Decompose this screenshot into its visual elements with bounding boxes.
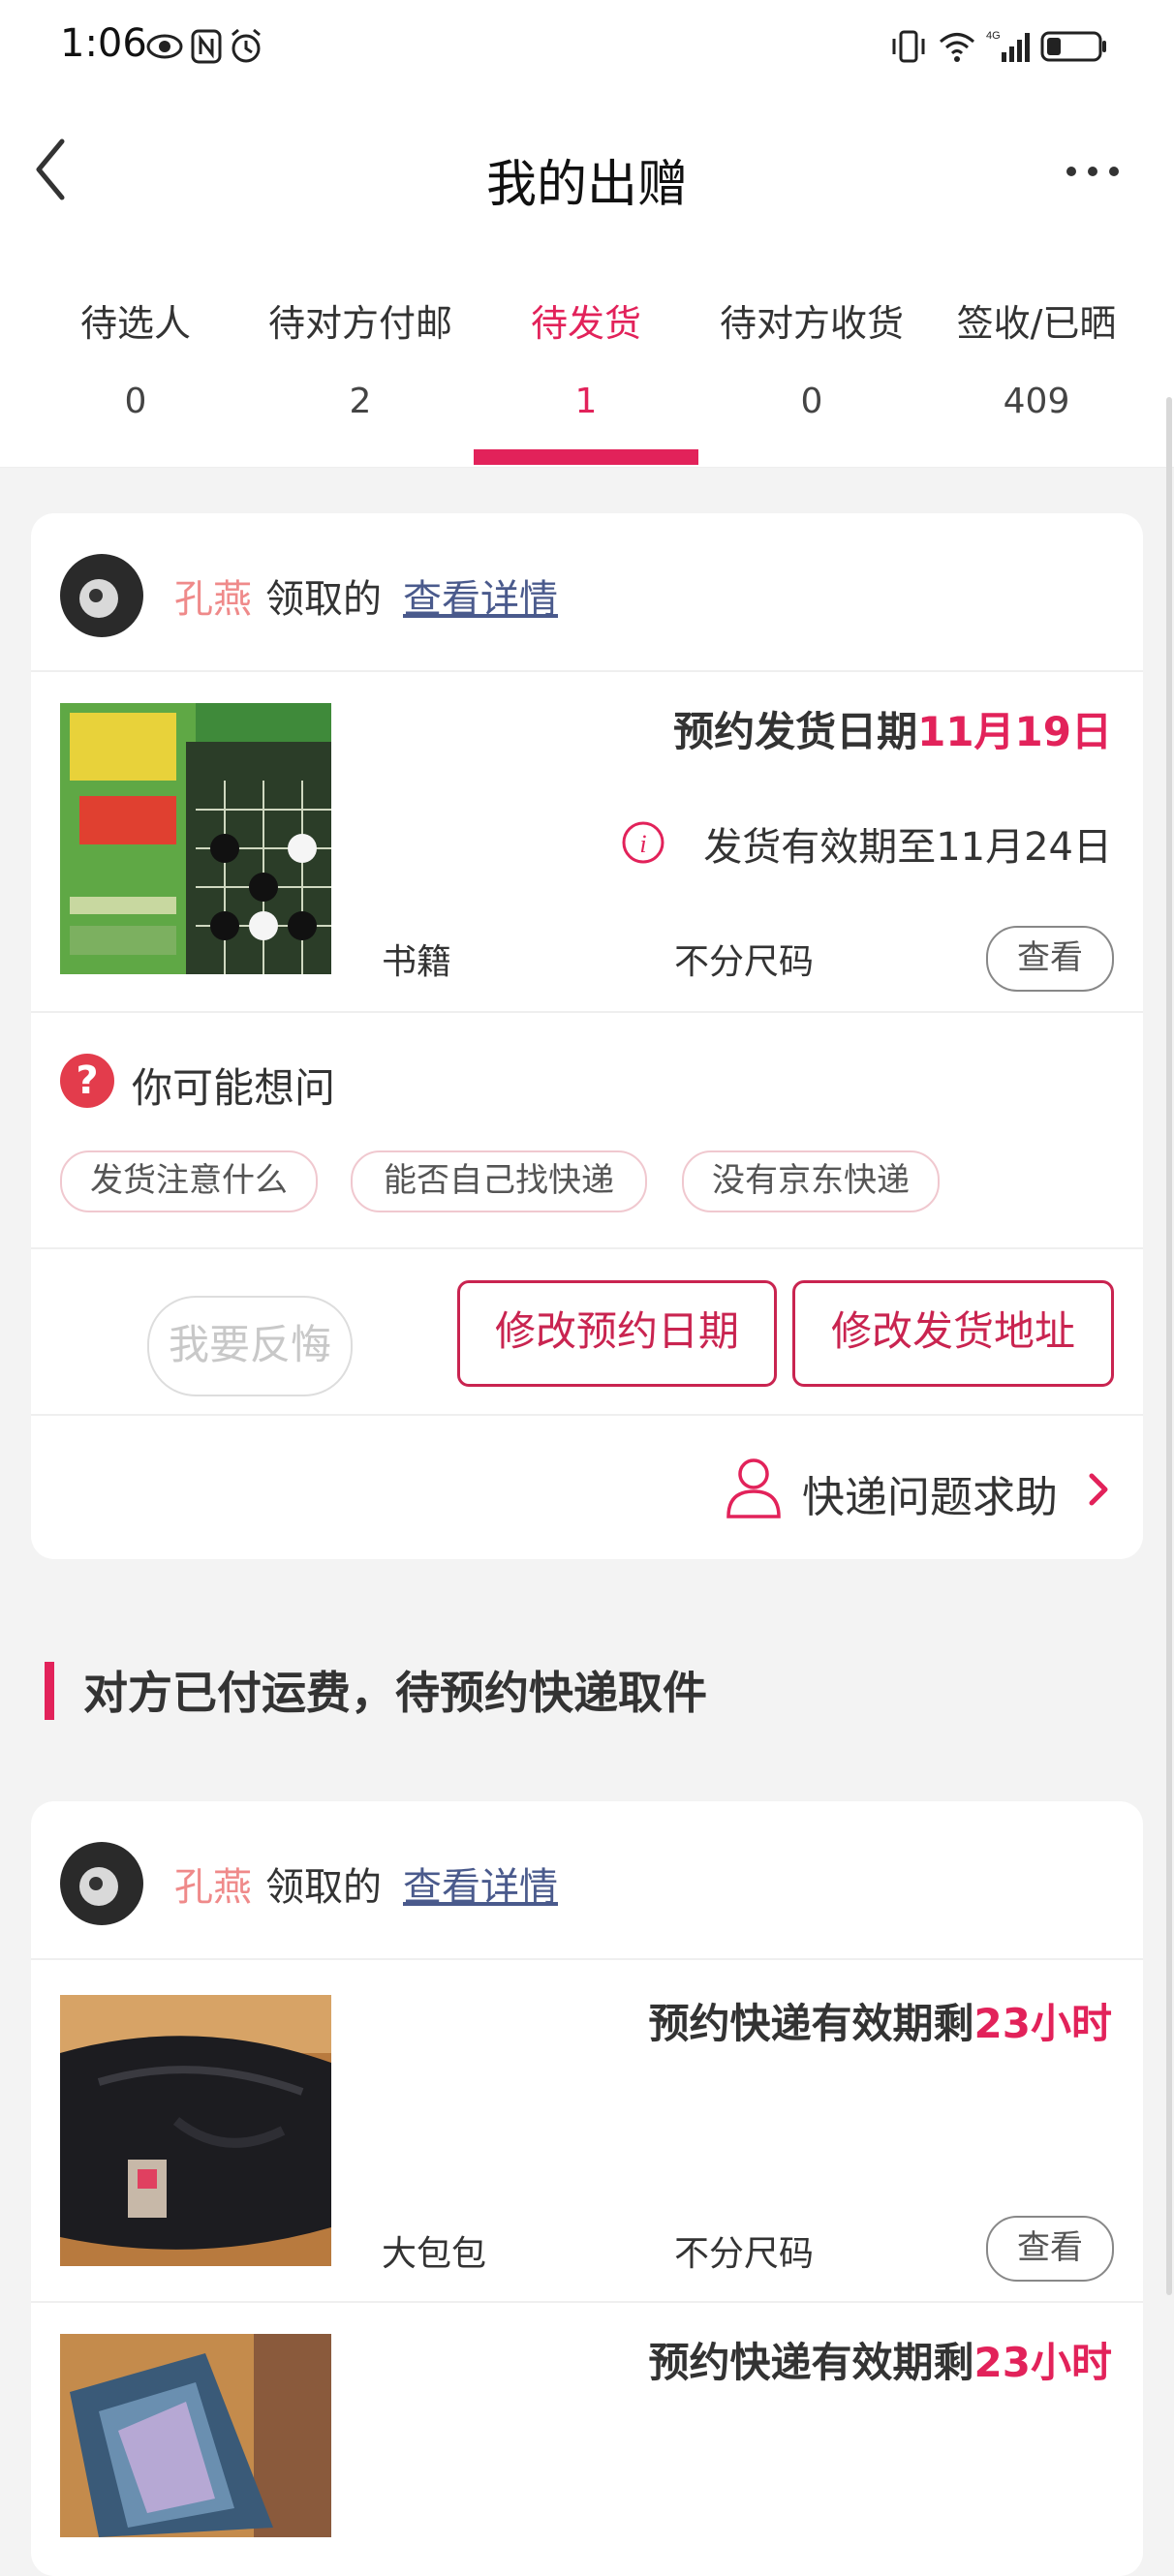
shipment-card: 孔燕 领取的 查看详情 预约发货日期11月19日 i 发货有效期至11月24日 …	[31, 513, 1143, 1559]
divider	[31, 1414, 1143, 1416]
deadline-label: 预约快递有效期剩	[648, 2000, 974, 2047]
info-icon: i	[620, 819, 668, 868]
section-accent-bar	[45, 1662, 54, 1720]
tab-label: 待发货	[530, 302, 641, 345]
regret-button[interactable]: 我要反悔	[147, 1296, 353, 1396]
item-category: 大包包	[382, 2234, 487, 2274]
pickup-deadline: 预约快递有效期剩23小时	[649, 2330, 1112, 2389]
person-icon	[725, 1457, 783, 1524]
divider	[31, 1247, 1143, 1249]
tab-pending-postage[interactable]: 待对方付邮 2	[248, 296, 473, 421]
title-bar: 我的出赠	[0, 93, 1174, 258]
courier-help-link[interactable]: 快递问题求助	[802, 1462, 1058, 1524]
tab-count: 1	[574, 382, 598, 421]
status-bar: 1:06 4G	[0, 0, 1174, 93]
deadline-label: 预约快递有效期剩	[648, 2339, 974, 2386]
scrollbar[interactable]	[1166, 397, 1172, 2295]
wifi-icon	[938, 27, 976, 75]
avatar[interactable]	[60, 1842, 143, 1925]
receiver-nickname[interactable]: 孔燕	[174, 1855, 252, 1912]
item-image-bottle[interactable]	[60, 2334, 331, 2537]
tab-label: 待对方收货	[719, 302, 904, 345]
ship-date-value: 11月19日	[917, 708, 1112, 755]
tab-count: 2	[349, 382, 372, 421]
battery-icon	[1040, 27, 1108, 75]
ship-date-label: 预约发货日期	[673, 708, 918, 755]
nfc-icon	[190, 27, 223, 75]
signal-icon: 4G	[986, 27, 1035, 75]
divider	[31, 670, 1143, 672]
status-tabs: 待选人 0 待对方付邮 2 待发货 1 待对方收货 0 签收/已晒 409	[0, 258, 1174, 468]
claimed-label: 领取的	[265, 1865, 382, 1910]
avatar[interactable]	[60, 554, 143, 637]
vibrate-icon	[889, 27, 928, 75]
tab-pending-receipt[interactable]: 待对方收货 0	[699, 296, 924, 421]
tab-count: 0	[124, 382, 147, 421]
svg-text:4G: 4G	[986, 30, 1001, 42]
view-item-button[interactable]: 查看	[986, 2216, 1114, 2282]
faq-chip[interactable]: 能否自己找快递	[351, 1150, 647, 1212]
item-size: 不分尺码	[674, 2234, 815, 2274]
view-item-button[interactable]: 查看	[986, 926, 1114, 992]
divider	[31, 1958, 1143, 1960]
more-icon[interactable]	[1064, 151, 1141, 190]
tab-count: 0	[800, 382, 823, 421]
deadline-value: 23小时	[973, 2339, 1112, 2386]
pickup-card: 孔燕 领取的 查看详情 预约快递有效期剩23小时 大包包 不分尺码 查看 预约快…	[31, 1801, 1143, 2576]
alarm-icon	[229, 27, 263, 75]
page-title: 我的出赠	[485, 156, 688, 214]
item-size: 不分尺码	[674, 942, 815, 982]
svg-text:i: i	[639, 830, 646, 858]
tab-pending-select[interactable]: 待选人 0	[23, 296, 248, 421]
scheduled-ship-date: 预约发货日期11月19日	[673, 699, 1112, 758]
faq-title: 你可能想问	[132, 1064, 336, 1112]
tab-label: 待对方付邮	[267, 302, 452, 345]
eye-icon	[145, 27, 184, 75]
chevron-right-icon[interactable]	[1087, 1468, 1116, 1517]
section-title: 对方已付运费，待预约快递取件	[83, 1667, 707, 1719]
status-time: 1:06	[60, 21, 147, 66]
divider	[31, 2301, 1143, 2303]
divider	[31, 1011, 1143, 1013]
change-address-button[interactable]: 修改发货地址	[792, 1280, 1114, 1387]
faq-chip[interactable]: 没有京东快递	[682, 1150, 940, 1212]
question-icon: ?	[60, 1054, 114, 1108]
faq-chip[interactable]: 发货注意什么	[60, 1150, 318, 1212]
claimed-label: 领取的	[265, 577, 382, 622]
tab-received[interactable]: 签收/已晒 409	[924, 296, 1149, 421]
tab-label: 签收/已晒	[956, 302, 1117, 345]
item-image-bag[interactable]	[60, 1995, 331, 2266]
deadline-value: 23小时	[973, 2000, 1112, 2047]
shipping-validity: 发货有效期至11月24日	[703, 825, 1112, 870]
item-category: 书籍	[382, 942, 452, 982]
tab-pending-shipment[interactable]: 待发货 1	[474, 296, 698, 421]
pickup-deadline: 预约快递有效期剩23小时	[649, 1991, 1112, 2050]
view-details-link[interactable]: 查看详情	[403, 1855, 558, 1912]
change-date-button[interactable]: 修改预约日期	[457, 1280, 777, 1387]
view-details-link[interactable]: 查看详情	[403, 567, 558, 624]
tab-label: 待选人	[79, 302, 191, 345]
tab-count: 409	[1003, 382, 1070, 421]
item-image-book[interactable]	[60, 703, 331, 974]
active-tab-indicator	[474, 449, 698, 465]
receiver-nickname[interactable]: 孔燕	[174, 567, 252, 624]
